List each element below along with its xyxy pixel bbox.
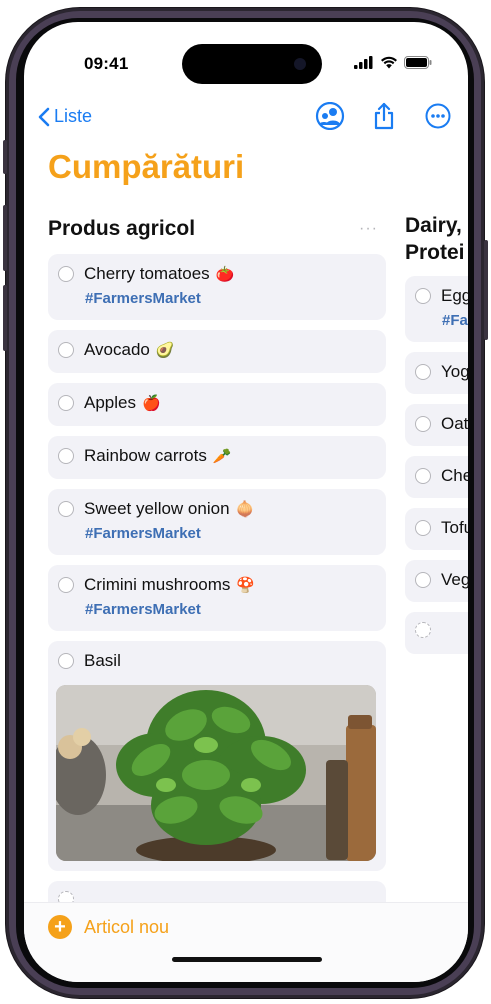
section-title-line1: Dairy, bbox=[405, 214, 462, 237]
onion-icon: 🧅 bbox=[235, 501, 255, 518]
section-dairy: Dairy, Protei Egg #Fa Yog Oat Che Tofu V… bbox=[405, 212, 468, 664]
back-button[interactable]: Liste bbox=[38, 106, 92, 127]
list-item[interactable]: Crimini mushrooms 🍄 #FarmersMarket bbox=[48, 565, 386, 631]
section-header: Produs agricol ··· bbox=[48, 212, 386, 246]
bottom-toolbar: + Articol nou bbox=[24, 902, 468, 982]
signal-icon bbox=[354, 56, 373, 69]
battery-icon bbox=[404, 56, 432, 69]
share-button[interactable] bbox=[368, 100, 400, 132]
list-item[interactable]: Cherry tomatoes 🍅 #FarmersMarket bbox=[48, 254, 386, 320]
list-item[interactable]: Egg #Fa bbox=[405, 276, 468, 342]
checkbox[interactable] bbox=[58, 448, 74, 464]
list-item[interactable]: Rainbow carrots 🥕 bbox=[48, 436, 386, 479]
list-item[interactable]: Sweet yellow onion 🧅 #FarmersMarket bbox=[48, 489, 386, 555]
basil-photo[interactable] bbox=[56, 685, 376, 861]
plus-icon: + bbox=[48, 915, 72, 939]
checkbox[interactable] bbox=[415, 572, 431, 588]
item-name: Yog bbox=[441, 362, 468, 381]
action-button bbox=[3, 140, 7, 174]
volume-down-button bbox=[3, 285, 7, 351]
carrot-icon: 🥕 bbox=[212, 448, 232, 465]
avocado-icon: 🥑 bbox=[155, 342, 175, 359]
list-item[interactable]: Oat bbox=[405, 404, 468, 446]
wifi-icon bbox=[381, 56, 397, 69]
item-name: Egg bbox=[441, 286, 468, 305]
new-item-row[interactable] bbox=[405, 612, 468, 654]
dynamic-island bbox=[182, 44, 322, 84]
section-title: Produs agricol bbox=[48, 217, 196, 240]
item-name: Apples bbox=[84, 393, 136, 412]
status-icons bbox=[354, 56, 432, 69]
item-name: Crimini mushrooms bbox=[84, 575, 231, 594]
list-item[interactable]: Veg bbox=[405, 560, 468, 602]
new-item-label: Articol nou bbox=[84, 916, 170, 937]
item-name: Tofu bbox=[441, 518, 468, 537]
power-button bbox=[484, 240, 488, 340]
item-name: Veg bbox=[441, 570, 468, 589]
item-name: Oat bbox=[441, 414, 468, 433]
checkbox[interactable] bbox=[415, 520, 431, 536]
mushroom-icon: 🍄 bbox=[236, 577, 256, 594]
checkbox[interactable] bbox=[415, 622, 431, 638]
page-title: Cumpărături bbox=[48, 148, 245, 185]
checkbox[interactable] bbox=[58, 395, 74, 411]
item-name: Cherry tomatoes bbox=[84, 264, 210, 283]
item-tag[interactable]: #FarmersMarket bbox=[85, 601, 376, 618]
nav-actions bbox=[314, 100, 454, 132]
checkbox[interactable] bbox=[58, 266, 74, 282]
share-people-icon bbox=[315, 102, 345, 130]
item-name: Avocado bbox=[84, 340, 150, 359]
section-more-button[interactable]: ··· bbox=[359, 220, 378, 238]
checkbox[interactable] bbox=[58, 342, 74, 358]
checkbox[interactable] bbox=[58, 577, 74, 593]
home-indicator[interactable] bbox=[172, 957, 322, 962]
list-item[interactable]: Basil bbox=[48, 641, 386, 871]
item-name: Rainbow carrots bbox=[84, 446, 207, 465]
tomato-icon: 🍅 bbox=[215, 266, 235, 283]
status-time: 09:41 bbox=[84, 54, 129, 73]
checkbox[interactable] bbox=[415, 416, 431, 432]
list-item[interactable]: Yog bbox=[405, 352, 468, 394]
list-item[interactable]: Tofu bbox=[405, 508, 468, 550]
checkbox[interactable] bbox=[415, 468, 431, 484]
item-name: Basil bbox=[84, 651, 121, 670]
item-tag[interactable]: #Fa bbox=[442, 312, 468, 329]
more-icon bbox=[425, 103, 451, 129]
share-icon bbox=[374, 102, 394, 130]
back-label: Liste bbox=[54, 106, 93, 126]
collaborate-button[interactable] bbox=[314, 100, 346, 132]
screen: 09:41 Liste Cumpărături Produs agricol ·… bbox=[24, 22, 468, 982]
new-item-button[interactable]: + Articol nou bbox=[48, 915, 169, 939]
item-tag[interactable]: #FarmersMarket bbox=[85, 290, 376, 307]
item-tag[interactable]: #FarmersMarket bbox=[85, 525, 376, 542]
item-name: Sweet yellow onion bbox=[84, 499, 230, 518]
basil-image bbox=[56, 685, 376, 861]
list-item[interactable]: Che bbox=[405, 456, 468, 498]
checkbox[interactable] bbox=[415, 364, 431, 380]
chevron-left-icon bbox=[38, 107, 50, 126]
list-item[interactable]: Avocado 🥑 bbox=[48, 330, 386, 373]
checkbox[interactable] bbox=[415, 288, 431, 304]
section-produce: Produs agricol ··· Cherry tomatoes 🍅 #Fa… bbox=[48, 212, 386, 931]
section-title-line2: Protei bbox=[405, 241, 465, 264]
checkbox[interactable] bbox=[58, 501, 74, 517]
apple-icon: 🍎 bbox=[141, 395, 161, 412]
checkbox[interactable] bbox=[58, 653, 74, 669]
volume-up-button bbox=[3, 205, 7, 271]
more-button[interactable] bbox=[422, 100, 454, 132]
camera-icon bbox=[294, 58, 306, 70]
item-name: Che bbox=[441, 466, 468, 485]
list-item[interactable]: Apples 🍎 bbox=[48, 383, 386, 426]
